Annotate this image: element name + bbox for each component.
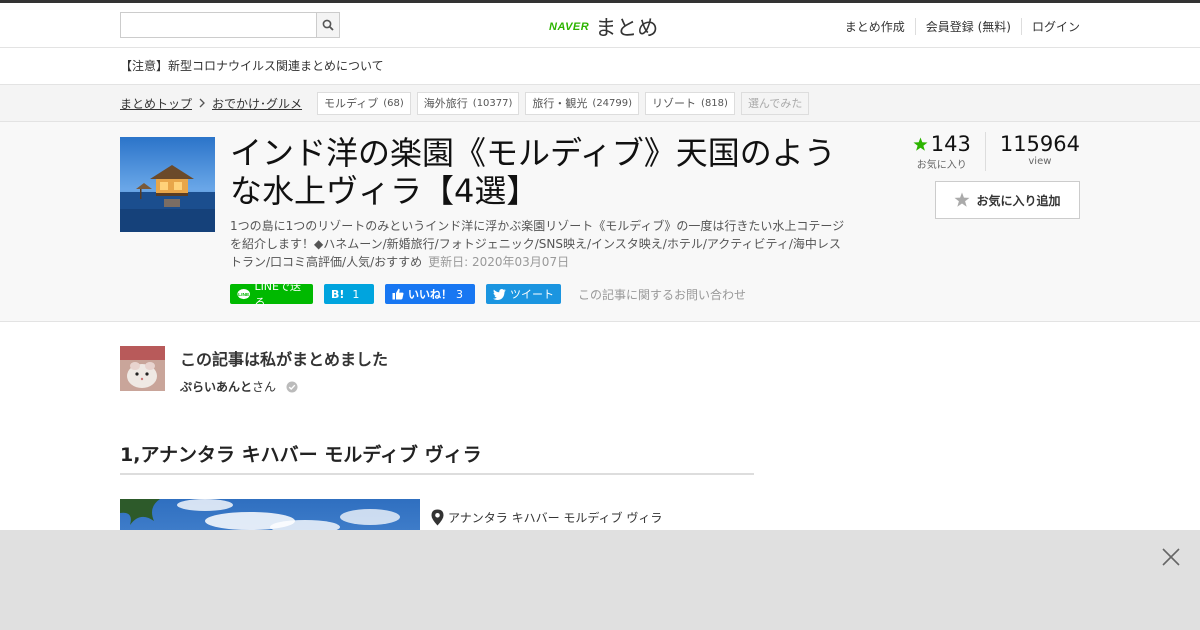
login-link[interactable]: ログイン (1020, 18, 1080, 35)
tag-label: 旅行・観光 (532, 97, 588, 110)
author-name-row: ぷらいあんとさん (180, 378, 388, 395)
author-name[interactable]: ぷらいあんとさん (180, 378, 276, 395)
tag-label: 海外旅行 (423, 97, 468, 110)
article-thumbnail (120, 137, 215, 232)
tag-maldives[interactable]: モルディブ (68) (317, 91, 411, 115)
author-text: この記事は私がまとめました ぷらいあんとさん (180, 346, 388, 395)
facebook-like-label: いいね！ (408, 288, 452, 301)
breadcrumb-top[interactable]: まとめトップ (120, 95, 192, 112)
hatena-bookmark-button[interactable]: B! 1 (324, 284, 374, 304)
article-description: 1つの島に1つのリゾートのみというインド洋に浮かぶ楽園リゾート《モルディブ》の一… (230, 217, 850, 271)
star-outline-icon (955, 192, 970, 207)
contact-link[interactable]: この記事に関するお問い合わせ (578, 286, 746, 303)
facebook-like-button[interactable]: いいね！ 3 (385, 284, 475, 304)
svg-text:LINE: LINE (238, 292, 250, 298)
twitter-bird-icon (493, 288, 506, 300)
create-matome-link[interactable]: まとめ作成 (835, 18, 915, 35)
share-bar: LINE LINEで送る B! 1 いいね！ 3 ツイート この記事に関するお問… (230, 280, 746, 309)
views-count: 115964 (999, 132, 1080, 156)
verified-check-icon (286, 381, 298, 392)
search-input[interactable] (120, 12, 316, 38)
line-icon: LINE (237, 288, 250, 299)
line-share-label: LINEで送る (254, 280, 301, 309)
search-button[interactable] (316, 12, 340, 38)
add-favorite-button[interactable]: お気に入り追加 (935, 181, 1080, 219)
author-block: この記事は私がまとめました ぷらいあんとさん (120, 346, 388, 395)
facebook-like-count: 3 (456, 287, 463, 301)
search-box (120, 12, 340, 38)
add-favorite-label: お気に入り追加 (976, 193, 1061, 208)
place-link[interactable]: アナンタラ キハバー モルディブ ヴィラ (448, 509, 662, 526)
tag-resort[interactable]: リゾート (818) (645, 91, 735, 115)
line-share-button[interactable]: LINE LINEで送る (230, 280, 313, 309)
tag-count: (68) (383, 97, 404, 109)
tag-overseas-travel[interactable]: 海外旅行 (10377) (416, 91, 520, 115)
close-icon[interactable] (1162, 548, 1180, 566)
article-stats: 143 お気に入り 115964 view (899, 132, 1080, 171)
article-header: インド洋の楽園《モルディブ》天国のような水上ヴィラ【4選】 1つの島に1つのリゾ… (0, 122, 1200, 322)
views-label: view (1028, 156, 1052, 167)
tag-label: モルディブ (324, 97, 379, 110)
avatar[interactable] (120, 346, 165, 391)
tag-count: (818) (701, 97, 728, 109)
views-stat: 115964 view (986, 132, 1080, 171)
section-heading: 1,アナンタラ キハバー モルディブ ヴィラ (120, 440, 754, 475)
notice-bar: 【注意】新型コロナウイルス関連まとめについて (0, 48, 1200, 85)
tag-travel[interactable]: 旅行・観光 (24799) (525, 91, 640, 115)
search-icon (322, 19, 334, 31)
place-info: アナンタラ キハバー モルディブ ヴィラ (431, 509, 662, 526)
tag-count: (24799) (592, 97, 633, 109)
article-title: インド洋の楽園《モルディブ》天国のような水上ヴィラ【4選】 (230, 134, 836, 210)
site-logo[interactable]: NAVER まとめ (549, 12, 658, 42)
breadcrumb-category[interactable]: おでかけ･グルメ (212, 95, 302, 112)
map-pin-icon (431, 509, 444, 526)
tag-count: (10377) (472, 97, 513, 109)
author-suffix: さん (252, 380, 277, 394)
logo-text: まとめ (595, 16, 659, 40)
thumbs-up-icon (392, 288, 404, 300)
author-name-text: ぷらいあんと (180, 380, 253, 394)
favorites-count-row: 143 (913, 132, 971, 156)
tweet-button[interactable]: ツイート (486, 284, 561, 304)
favorites-stat: 143 お気に入り (899, 132, 986, 171)
star-icon (913, 137, 928, 151)
tag-selected: 選んでみた (740, 91, 810, 115)
bottom-ad-overlay (0, 530, 1200, 630)
favorites-count: 143 (930, 132, 971, 156)
tweet-label: ツイート (510, 288, 554, 301)
hatena-count: 1 (352, 287, 360, 301)
tag-label: リゾート (652, 97, 697, 110)
logo-brand: NAVER (549, 21, 590, 33)
notice-link[interactable]: 【注意】新型コロナウイルス関連まとめについて (120, 59, 384, 73)
header-nav: まとめ作成 会員登録 (無料) ログイン (835, 18, 1080, 35)
site-header: NAVER まとめ まとめ作成 会員登録 (無料) ログイン (0, 3, 1200, 48)
register-link[interactable]: 会員登録 (無料) (914, 18, 1021, 35)
hatena-icon: B! (331, 287, 345, 301)
author-heading: この記事は私がまとめました (180, 350, 389, 369)
favorites-label: お気に入り (916, 160, 967, 171)
chevron-right-icon (199, 98, 205, 108)
updated-date: 更新日: 2020年03月07日 (428, 255, 570, 269)
breadcrumb: まとめトップ おでかけ･グルメ モルディブ (68) 海外旅行 (10377) 旅行… (0, 85, 1200, 122)
